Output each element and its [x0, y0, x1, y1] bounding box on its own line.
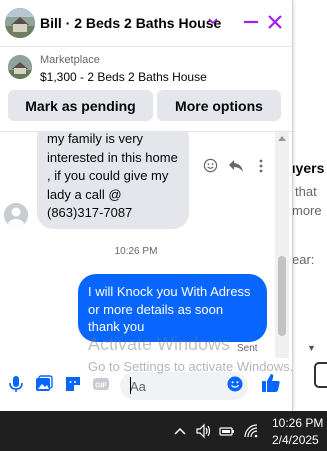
wifi-icon[interactable] — [243, 423, 259, 439]
reply-icon[interactable] — [228, 159, 244, 173]
message-timestamp: 10:26 PM — [114, 246, 158, 257]
chat-header: Bill · 2 Beds 2 Baths House — [0, 0, 292, 47]
battery-icon[interactable] — [219, 423, 235, 439]
scroll-up-arrow-icon[interactable] — [278, 136, 286, 141]
scroll-thumb[interactable] — [278, 256, 286, 336]
page-edge-icon — [314, 362, 327, 388]
chevron-down-icon[interactable] — [206, 14, 220, 28]
sticker-icon[interactable] — [64, 375, 82, 393]
listing-thumbnail[interactable] — [8, 55, 32, 79]
listing-avatar[interactable] — [5, 8, 35, 38]
more-options-button[interactable]: More options — [157, 90, 281, 121]
listing-banner: Marketplace $1,300 - 2 Beds 2 Baths Hous… — [0, 47, 292, 132]
background-text: more — [292, 203, 322, 218]
background-text: ear: — [292, 252, 315, 267]
listing-source: Marketplace — [40, 54, 100, 66]
text-caret — [130, 377, 131, 394]
activate-windows-watermark: Activate Windows — [88, 334, 231, 354]
taskbar-time[interactable]: 10:26 PM — [272, 416, 323, 430]
thread-scrollbar[interactable] — [275, 132, 289, 358]
background-text: that — [295, 184, 317, 199]
listing-title[interactable]: $1,300 - 2 Beds 2 Baths House — [40, 70, 207, 84]
chat-title[interactable]: Bill · 2 Beds 2 Baths House — [40, 15, 221, 31]
emoji-icon[interactable] — [227, 376, 243, 392]
react-emoji-icon[interactable] — [203, 158, 218, 173]
thumbs-up-icon[interactable] — [261, 373, 281, 393]
message-thread[interactable]: my family is very interested in this hom… — [0, 132, 292, 358]
message-status: Sent — [237, 343, 258, 354]
gif-icon[interactable]: GIF — [92, 375, 110, 393]
activate-windows-subtitle: Go to Settings to activate Windows. — [88, 359, 294, 374]
more-actions-icon[interactable] — [258, 159, 264, 173]
minimize-icon[interactable] — [242, 13, 260, 31]
microphone-icon[interactable] — [7, 375, 25, 393]
mark-as-pending-button[interactable]: Mark as pending — [8, 90, 153, 121]
close-icon[interactable] — [266, 13, 284, 31]
volume-icon[interactable] — [195, 423, 211, 439]
taskbar: 10:26 PM 2/4/2025 — [0, 411, 327, 451]
scroll-down-arrow-icon[interactable]: ▼ — [307, 343, 316, 353]
show-hidden-icons-icon[interactable] — [172, 423, 188, 439]
taskbar-date[interactable]: 2/4/2025 — [272, 433, 319, 447]
sender-avatar[interactable] — [4, 203, 28, 227]
incoming-message[interactable]: my family is very interested in this hom… — [37, 132, 189, 229]
outgoing-message[interactable]: I will Knock you With Adress or more det… — [78, 274, 267, 342]
svg-text:GIF: GIF — [95, 383, 107, 390]
photo-icon[interactable] — [35, 375, 53, 393]
